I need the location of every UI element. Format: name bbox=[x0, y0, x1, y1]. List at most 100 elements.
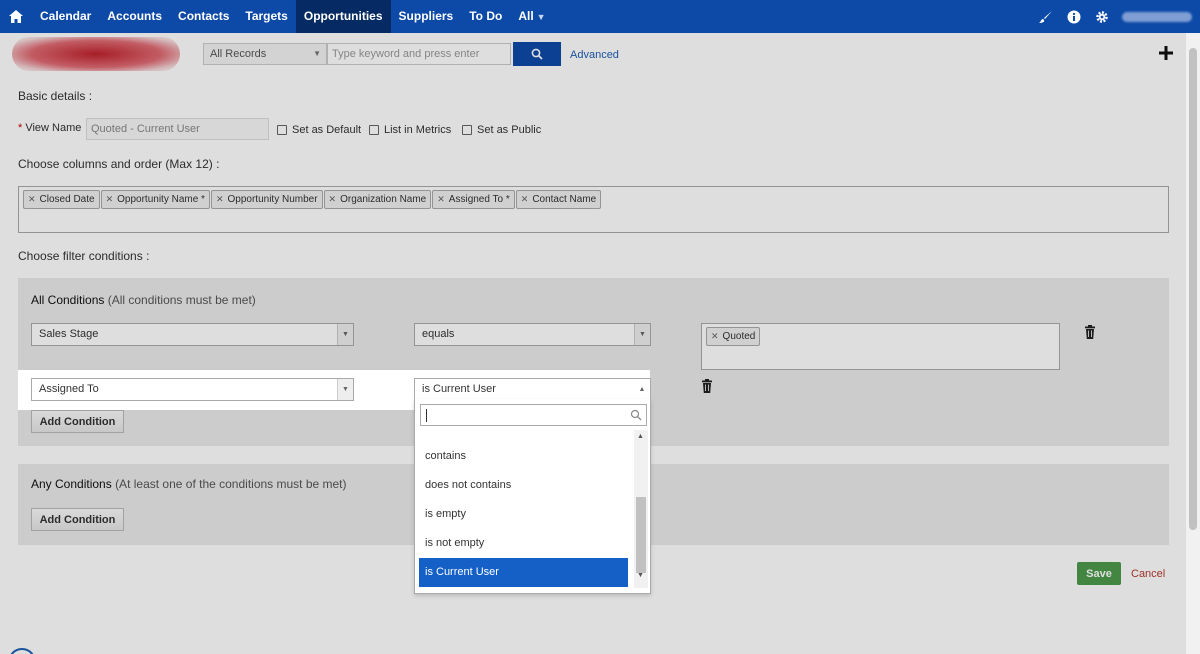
search-button[interactable] bbox=[513, 42, 561, 66]
required-marker: * bbox=[18, 122, 23, 134]
all-conditions-heading: All Conditions bbox=[31, 293, 105, 307]
text-cursor bbox=[426, 409, 427, 422]
dropdown-option[interactable]: ends with bbox=[419, 430, 628, 442]
nav-item-calendar[interactable]: Calendar bbox=[32, 0, 99, 33]
view-name-input[interactable] bbox=[86, 118, 269, 140]
dropdown-option[interactable]: is Current User bbox=[419, 558, 628, 587]
nav-all-menu[interactable]: All ▼ bbox=[510, 0, 553, 33]
remove-icon[interactable]: ✕ bbox=[437, 194, 445, 204]
trash-icon[interactable] bbox=[701, 379, 713, 393]
columns-heading: Choose columns and order (Max 12) : bbox=[18, 157, 220, 171]
save-button[interactable]: Save bbox=[1077, 562, 1121, 585]
add-all-condition-button[interactable]: Add Condition bbox=[31, 410, 124, 433]
nav-item-contacts[interactable]: Contacts bbox=[170, 0, 237, 33]
list-metrics-label: List in Metrics bbox=[384, 124, 452, 136]
set-default-checkbox[interactable]: Set as Default bbox=[277, 124, 361, 136]
keyword-search-input[interactable] bbox=[327, 43, 511, 65]
user-menu-avatar[interactable] bbox=[1122, 11, 1192, 22]
search-icon bbox=[630, 409, 642, 421]
value-chip[interactable]: ✕ Quoted bbox=[706, 327, 761, 346]
column-chip-label: Opportunity Number bbox=[227, 194, 318, 205]
column-chip[interactable]: ✕ Organization Name bbox=[323, 190, 432, 209]
advanced-search-link[interactable]: Advanced bbox=[570, 49, 619, 61]
remove-icon[interactable]: ✕ bbox=[329, 194, 337, 204]
nav-all-label: All bbox=[518, 9, 534, 23]
nav-item-suppliers[interactable]: Suppliers bbox=[391, 0, 462, 33]
column-chip[interactable]: ✕ Contact Name bbox=[515, 190, 602, 209]
view-name-label: * View Name bbox=[18, 122, 81, 134]
column-chip[interactable]: ✕ Opportunity Number bbox=[210, 190, 323, 209]
set-public-label: Set as Public bbox=[477, 124, 542, 136]
condition-1-operator-value: equals bbox=[422, 328, 455, 340]
condition-2-field-value: Assigned To bbox=[39, 383, 99, 395]
records-filter-select[interactable]: All Records ▼ bbox=[203, 43, 327, 65]
any-conditions-subtitle: (At least one of the conditions must be … bbox=[115, 477, 347, 491]
column-chip[interactable]: ✕ Opportunity Name * bbox=[100, 190, 210, 209]
nav-right-tools bbox=[1032, 0, 1200, 33]
dropdown-option[interactable]: contains bbox=[419, 442, 628, 471]
column-chip[interactable]: ✕ Assigned To * bbox=[432, 190, 515, 209]
column-chip-label: Organization Name bbox=[340, 194, 427, 205]
remove-icon[interactable]: ✕ bbox=[28, 194, 36, 204]
basic-details-heading: Basic details : bbox=[18, 89, 93, 103]
condition-1-value-multiselect[interactable]: ✕ Quoted bbox=[701, 323, 1060, 370]
scroll-up-icon[interactable]: ▲ bbox=[637, 433, 644, 440]
scroll-down-icon[interactable]: ▼ bbox=[637, 572, 644, 579]
dropdown-option[interactable]: is not empty bbox=[419, 529, 628, 558]
any-conditions-title: Any Conditions (At least one of the cond… bbox=[31, 477, 347, 491]
condition-2-field-select[interactable]: Assigned To ▼ bbox=[31, 378, 354, 401]
condition-2-operator-value: is Current User bbox=[422, 383, 496, 395]
column-chip-label: Closed Date bbox=[39, 194, 95, 205]
remove-icon[interactable]: ✕ bbox=[521, 194, 529, 204]
column-chip[interactable]: ✕ Closed Date bbox=[23, 190, 100, 209]
dropdown-option[interactable]: does not contains bbox=[419, 471, 628, 500]
set-public-checkbox[interactable]: Set as Public bbox=[462, 124, 541, 136]
trash-icon[interactable] bbox=[1084, 325, 1096, 339]
list-metrics-checkbox[interactable]: List in Metrics bbox=[369, 124, 451, 136]
condition-1-field-value: Sales Stage bbox=[39, 328, 99, 340]
page-scrollbar-thumb[interactable] bbox=[1189, 48, 1197, 530]
chevron-down-icon: ▼ bbox=[634, 324, 650, 345]
nav-item-targets[interactable]: Targets bbox=[237, 0, 295, 33]
filter-conditions-heading: Choose filter conditions : bbox=[18, 249, 150, 263]
chevron-down-icon: ▼ bbox=[536, 12, 546, 22]
dropdown-scrollbar[interactable]: ▲ ▼ bbox=[634, 430, 648, 588]
search-bar: All Records ▼ Advanced bbox=[0, 33, 1200, 75]
nav-item-accounts[interactable]: Accounts bbox=[99, 0, 170, 33]
nav-menu: Calendar Accounts Contacts Targets Opportuni… bbox=[32, 0, 510, 33]
condition-1-operator-select[interactable]: equals ▼ bbox=[414, 323, 651, 346]
dropdown-search-input[interactable] bbox=[420, 404, 647, 426]
view-name-label-text: View Name bbox=[25, 122, 82, 134]
nav-item-opportunities[interactable]: Opportunities bbox=[295, 0, 391, 33]
gear-icon[interactable] bbox=[1088, 0, 1116, 33]
cancel-link[interactable]: Cancel bbox=[1131, 568, 1165, 580]
company-logo bbox=[12, 37, 180, 71]
nav-item-to-do[interactable]: To Do bbox=[461, 0, 510, 33]
checkbox-box bbox=[462, 125, 472, 135]
checkbox-box bbox=[277, 125, 287, 135]
operator-dropdown: ends with containsdoes not containsis em… bbox=[414, 399, 651, 594]
remove-icon[interactable]: ✕ bbox=[711, 331, 719, 341]
condition-2-operator-select[interactable]: is Current User ▲ bbox=[414, 378, 651, 401]
add-any-condition-button[interactable]: Add Condition bbox=[31, 508, 124, 531]
info-icon[interactable] bbox=[1060, 0, 1088, 33]
home-icon[interactable] bbox=[0, 0, 32, 33]
top-nav: Calendar Accounts Contacts Targets Opportuni… bbox=[0, 0, 1200, 33]
condition-1-field-select[interactable]: Sales Stage ▼ bbox=[31, 323, 354, 346]
brush-icon[interactable] bbox=[1032, 0, 1060, 33]
search-icon bbox=[531, 48, 543, 60]
chevron-up-icon: ▲ bbox=[634, 379, 650, 400]
add-record-button[interactable] bbox=[1157, 43, 1175, 63]
plus-icon bbox=[1159, 46, 1173, 60]
column-chip-label: Contact Name bbox=[532, 194, 597, 205]
checkbox-box bbox=[369, 125, 379, 135]
remove-icon[interactable]: ✕ bbox=[106, 194, 114, 204]
all-conditions-subtitle: (All conditions must be met) bbox=[107, 293, 256, 307]
dropdown-scrollbar-thumb[interactable] bbox=[636, 497, 646, 573]
dropdown-option[interactable]: is empty bbox=[419, 500, 628, 529]
chevron-down-icon: ▼ bbox=[337, 324, 353, 345]
chevron-down-icon: ▼ bbox=[313, 49, 321, 58]
column-chip-label: Assigned To * bbox=[448, 194, 510, 205]
columns-multiselect[interactable]: ✕ Closed Date ✕ Opportunity Name * ✕ Opportun… bbox=[18, 186, 1169, 233]
remove-icon[interactable]: ✕ bbox=[216, 194, 224, 204]
